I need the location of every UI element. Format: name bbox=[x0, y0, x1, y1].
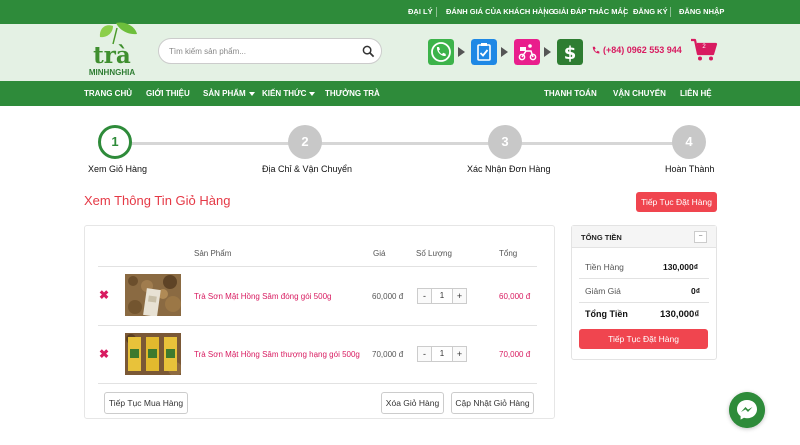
step-circle-1: 1 bbox=[98, 125, 132, 159]
product-name-link[interactable]: Trà Sơn Mật Hồng Sâm đóng gói 500g bbox=[194, 292, 331, 301]
collapse-icon[interactable]: − bbox=[694, 231, 707, 243]
step-label-2: Địa Chỉ & Vận Chuyển bbox=[262, 164, 353, 174]
product-price: 70,000 đ bbox=[372, 350, 404, 359]
divider bbox=[670, 7, 671, 17]
delivery-icon bbox=[514, 39, 540, 65]
clipboard-icon bbox=[471, 39, 497, 65]
minus-icon[interactable]: - bbox=[417, 288, 432, 304]
divider bbox=[624, 7, 625, 17]
column-header-qty: Số Lượng bbox=[416, 249, 452, 258]
logo[interactable]: trà MINHNGHIA bbox=[84, 20, 140, 82]
nav-shipping[interactable]: VẬN CHUYỂN bbox=[613, 81, 666, 106]
divider bbox=[98, 383, 537, 384]
total-label: Tổng Tiền bbox=[585, 309, 628, 319]
progress-line bbox=[115, 142, 689, 145]
nav-about[interactable]: GIỚI THIỆU bbox=[146, 81, 190, 106]
quantity-stepper: - 1 + bbox=[417, 346, 467, 362]
hotline[interactable]: (+84) 0962 553 944 bbox=[592, 45, 682, 55]
continue-order-button[interactable]: Tiếp Tục Đặt Hàng bbox=[579, 329, 708, 349]
summary-title: TỔNG TIỀN bbox=[581, 233, 622, 242]
nav-contact[interactable]: LIÊN HỆ bbox=[680, 81, 712, 106]
divider bbox=[579, 278, 709, 279]
logo-subtext: MINHNGHIA bbox=[89, 68, 135, 77]
plus-icon[interactable]: + bbox=[452, 288, 467, 304]
quantity-input[interactable]: 1 bbox=[432, 288, 452, 304]
total-value: 130,000₫ bbox=[660, 309, 700, 320]
arrow-icon bbox=[501, 47, 508, 57]
step-circle-3: 3 bbox=[488, 125, 522, 159]
column-header-price: Giá bbox=[373, 249, 386, 258]
nav-tea-tasting[interactable]: THƯỞNG TRÀ bbox=[325, 81, 380, 106]
remove-item-icon[interactable]: ✖ bbox=[99, 347, 109, 361]
search-input[interactable] bbox=[169, 44, 349, 58]
row-total: 70,000 đ bbox=[499, 350, 531, 359]
cart-count-badge: 2 bbox=[702, 44, 706, 50]
product-image bbox=[125, 333, 181, 375]
discount-value: 0₫ bbox=[691, 286, 701, 296]
nav-knowledge[interactable]: KIẾN THỨC bbox=[262, 81, 316, 106]
arrow-icon bbox=[544, 47, 551, 57]
summary-header: TỔNG TIỀN − bbox=[572, 226, 716, 248]
phone-icon bbox=[428, 39, 454, 65]
product-image bbox=[125, 274, 181, 316]
phone-icon bbox=[592, 46, 600, 54]
column-header-total: Tổng bbox=[499, 249, 518, 258]
nav-knowledge-label: KIẾN THỨC bbox=[262, 89, 307, 98]
step-circle-2: 2 bbox=[288, 125, 322, 159]
remove-item-icon[interactable]: ✖ bbox=[99, 288, 109, 302]
subtotal-label: Tiền Hàng bbox=[585, 262, 624, 272]
search-icon[interactable] bbox=[362, 45, 375, 58]
divider bbox=[544, 7, 545, 17]
arrow-icon bbox=[458, 47, 465, 57]
step-label-4: Hoàn Thành bbox=[665, 164, 715, 174]
nav-products-label: SẢN PHẨM bbox=[203, 89, 246, 98]
chevron-down-icon bbox=[248, 91, 255, 96]
cart-table bbox=[84, 225, 555, 419]
messenger-icon[interactable] bbox=[729, 392, 765, 428]
phone-number: (+84) 0962 553 944 bbox=[603, 45, 682, 55]
topbar-link-agency[interactable]: ĐẠI LÝ bbox=[408, 0, 433, 24]
divider bbox=[436, 7, 437, 17]
chevron-down-icon bbox=[309, 91, 316, 96]
row-total: 60,000 đ bbox=[499, 292, 531, 301]
continue-shopping-button[interactable]: Tiếp Tục Mua Hàng bbox=[104, 392, 188, 414]
step-label-1: Xem Giỏ Hàng bbox=[88, 164, 148, 174]
continue-order-button-top[interactable]: Tiếp Tục Đặt Hàng bbox=[636, 192, 717, 212]
nav-payment[interactable]: THANH TOÁN bbox=[544, 81, 597, 106]
search-box bbox=[158, 38, 382, 64]
dollar-icon: $ bbox=[557, 39, 583, 65]
divider bbox=[98, 266, 537, 267]
svg-text:$: $ bbox=[564, 43, 577, 64]
clear-cart-button[interactable]: Xóa Giỏ Hàng bbox=[381, 392, 444, 414]
product-price: 60,000 đ bbox=[372, 292, 404, 301]
nav-products[interactable]: SẢN PHẨM bbox=[203, 81, 255, 106]
discount-label: Giảm Giá bbox=[585, 286, 621, 296]
page-title: Xem Thông Tin Giỏ Hàng bbox=[84, 193, 231, 208]
quantity-stepper: - 1 + bbox=[417, 288, 467, 304]
topbar-link-faq[interactable]: GIẢI ĐÁP THẮC MẮC bbox=[553, 0, 628, 24]
divider bbox=[98, 325, 537, 326]
topbar-link-reviews[interactable]: ĐÁNH GIÁ CỦA KHÁCH HÀNG bbox=[446, 0, 554, 24]
step-circle-4: 4 bbox=[672, 125, 706, 159]
divider bbox=[579, 302, 709, 303]
subtotal-value: 130,000₫ bbox=[663, 262, 699, 272]
nav-home[interactable]: TRANG CHỦ bbox=[84, 81, 132, 106]
product-name-link[interactable]: Trà Sơn Mật Hồng Sâm thượng hạng gói 500… bbox=[194, 350, 360, 359]
logo-text: trà bbox=[93, 42, 131, 69]
main-nav: TRANG CHỦ GIỚI THIỆU SẢN PHẨM KIẾN THỨC … bbox=[0, 81, 800, 106]
step-label-3: Xác Nhận Đơn Hàng bbox=[467, 164, 551, 174]
quantity-input[interactable]: 1 bbox=[432, 346, 452, 362]
column-header-product: Sản Phẩm bbox=[194, 249, 232, 258]
plus-icon[interactable]: + bbox=[452, 346, 467, 362]
minus-icon[interactable]: - bbox=[417, 346, 432, 362]
update-cart-button[interactable]: Cập Nhật Giỏ Hàng bbox=[451, 392, 534, 414]
topbar-link-register[interactable]: ĐĂNG KÝ bbox=[633, 0, 668, 24]
topbar-link-login[interactable]: ĐĂNG NHẬP bbox=[679, 0, 724, 24]
